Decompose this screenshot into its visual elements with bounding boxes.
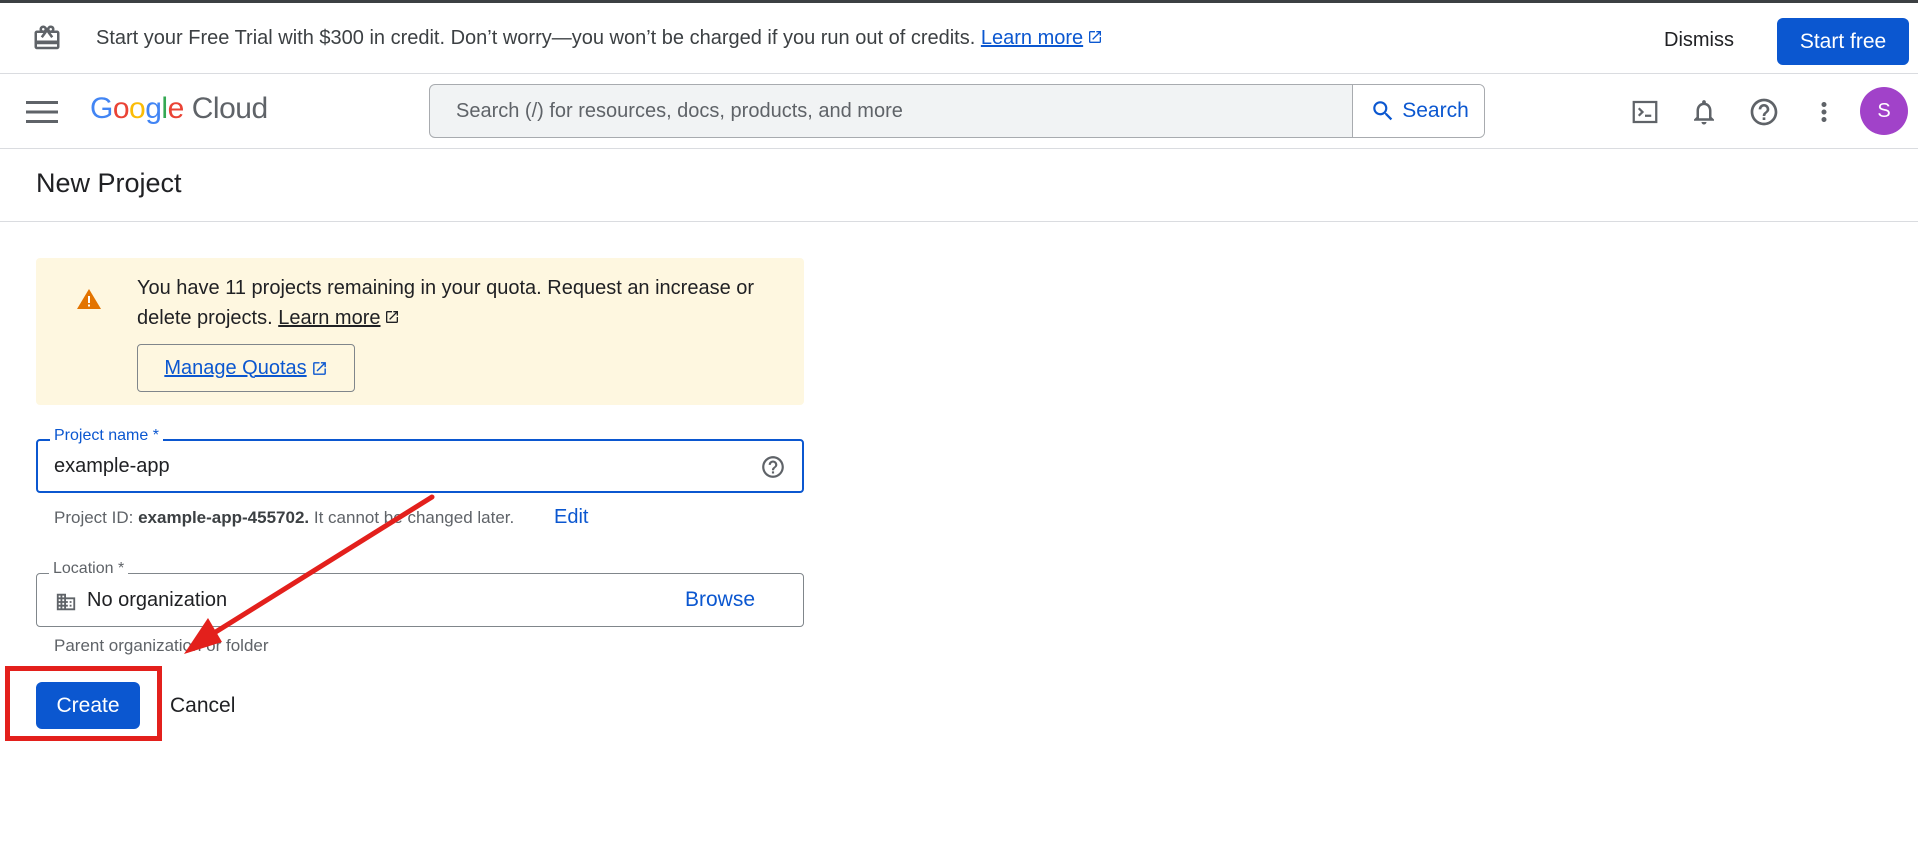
- external-link-icon: [386, 311, 399, 323]
- more-vert-icon: [1821, 102, 1827, 122]
- manage-quotas-button[interactable]: Manage Quotas: [137, 344, 355, 392]
- location-label: Location *: [49, 560, 129, 578]
- highlight-box: [5, 666, 162, 741]
- external-link-icon: [312, 361, 326, 375]
- quota-message: You have 11 projects remaining in your q…: [137, 273, 777, 333]
- cancel-button[interactable]: Cancel: [160, 682, 245, 729]
- external-link-icon: [1089, 31, 1102, 43]
- promo-message: Start your Free Trial with $300 in credi…: [96, 27, 976, 49]
- help-circle-icon[interactable]: [760, 454, 786, 480]
- search-input[interactable]: [430, 85, 1354, 137]
- promo-text: Start your Free Trial with $300 in credi…: [96, 27, 1103, 50]
- help-circle-icon: [1750, 98, 1778, 126]
- search-icon: [1373, 101, 1393, 121]
- quota-learn-more-link[interactable]: Learn more: [278, 307, 400, 329]
- top-header: GoogleCloud Search S: [0, 74, 1918, 149]
- manage-quotas-label: Manage Quotas: [164, 356, 307, 379]
- project-id-info: Project ID: example-app-455702. It canno…: [54, 506, 588, 528]
- promo-learn-more-link[interactable]: Learn more: [981, 27, 1103, 49]
- building-icon: [56, 593, 76, 611]
- location-field: Location * No organization Browse: [36, 560, 804, 627]
- quota-message-text: You have 11 projects remaining in your q…: [137, 277, 755, 329]
- hamburger-menu-icon[interactable]: [26, 100, 58, 124]
- free-trial-banner: Start your Free Trial with $300 in credi…: [0, 0, 1918, 74]
- cloud-shell-button[interactable]: [1627, 94, 1663, 130]
- browse-button[interactable]: Browse: [685, 584, 755, 616]
- account-avatar[interactable]: S: [1860, 87, 1908, 135]
- project-id-prefix: Project ID:: [54, 508, 134, 527]
- project-name-field: Project name *: [36, 427, 804, 493]
- project-name-input[interactable]: [38, 441, 738, 491]
- search-button[interactable]: Search: [1352, 85, 1484, 137]
- location-hint: Parent organization or folder: [54, 636, 269, 655]
- dismiss-button[interactable]: Dismiss: [1652, 19, 1746, 61]
- gift-icon: [34, 25, 60, 50]
- quota-notice: You have 11 projects remaining in your q…: [36, 258, 804, 405]
- warning-icon: [77, 289, 101, 309]
- help-button[interactable]: [1746, 94, 1782, 130]
- notifications-button[interactable]: [1686, 94, 1722, 130]
- search-button-label: Search: [1402, 99, 1469, 122]
- page-title-bar: New Project: [0, 150, 1918, 222]
- project-id-note: It cannot be changed later.: [313, 508, 515, 527]
- project-id-value: example-app-455702.: [138, 508, 310, 527]
- google-cloud-logo[interactable]: Google Cloud: [90, 92, 268, 126]
- page-title: New Project: [36, 168, 182, 198]
- search-bar: Search: [429, 84, 1485, 138]
- terminal-icon: [1632, 100, 1658, 124]
- bell-icon: [1694, 100, 1714, 125]
- location-value: No organization: [87, 589, 228, 611]
- more-options-button[interactable]: [1806, 94, 1842, 130]
- edit-project-id-link[interactable]: Edit: [554, 506, 588, 529]
- start-free-button[interactable]: Start free: [1777, 18, 1909, 65]
